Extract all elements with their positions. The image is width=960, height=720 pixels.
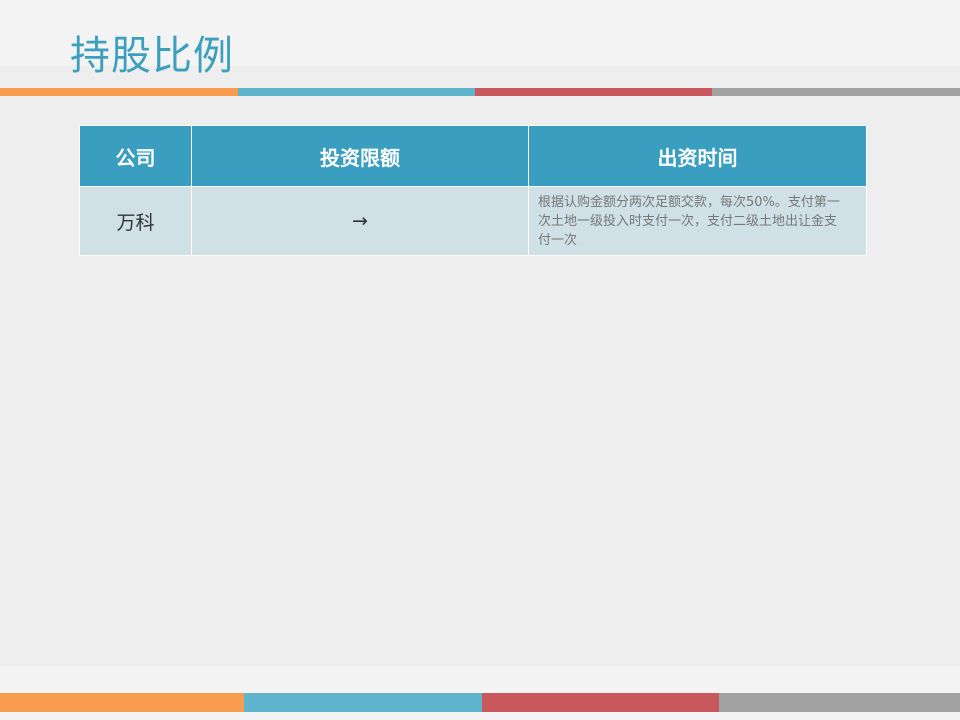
header-funding-time: 出资时间 <box>528 125 867 187</box>
table-row: 万科 → 根据认购金额分两次足额交款，每次50%。支付第一次土地一级投入时支付一… <box>79 186 867 256</box>
top-stripe-blue <box>238 88 475 96</box>
investment-table: 公司 投资限额 出资时间 万科 → 根据认购金额分两次足额交款，每次50%。支付… <box>79 125 867 256</box>
bottom-stripe-gray <box>719 693 960 712</box>
header-investment-limit: 投资限额 <box>191 125 529 187</box>
page-title: 持股比例 <box>70 33 234 79</box>
cell-company: 万科 <box>79 186 192 256</box>
top-stripe-red <box>475 88 712 96</box>
bottom-stripe-red <box>482 693 719 712</box>
top-stripe-gray <box>712 88 960 96</box>
bottom-stripe-orange <box>0 693 244 712</box>
cell-funding-time: 根据认购金额分两次足额交款，每次50%。支付第一次土地一级投入时支付一次，支付二… <box>528 186 867 256</box>
bottom-stripe-blue <box>244 693 482 712</box>
header-company: 公司 <box>79 125 192 187</box>
table-header-row: 公司 投资限额 出资时间 <box>79 125 867 187</box>
top-stripe-orange <box>0 88 238 96</box>
cell-investment-limit: → <box>191 186 529 256</box>
